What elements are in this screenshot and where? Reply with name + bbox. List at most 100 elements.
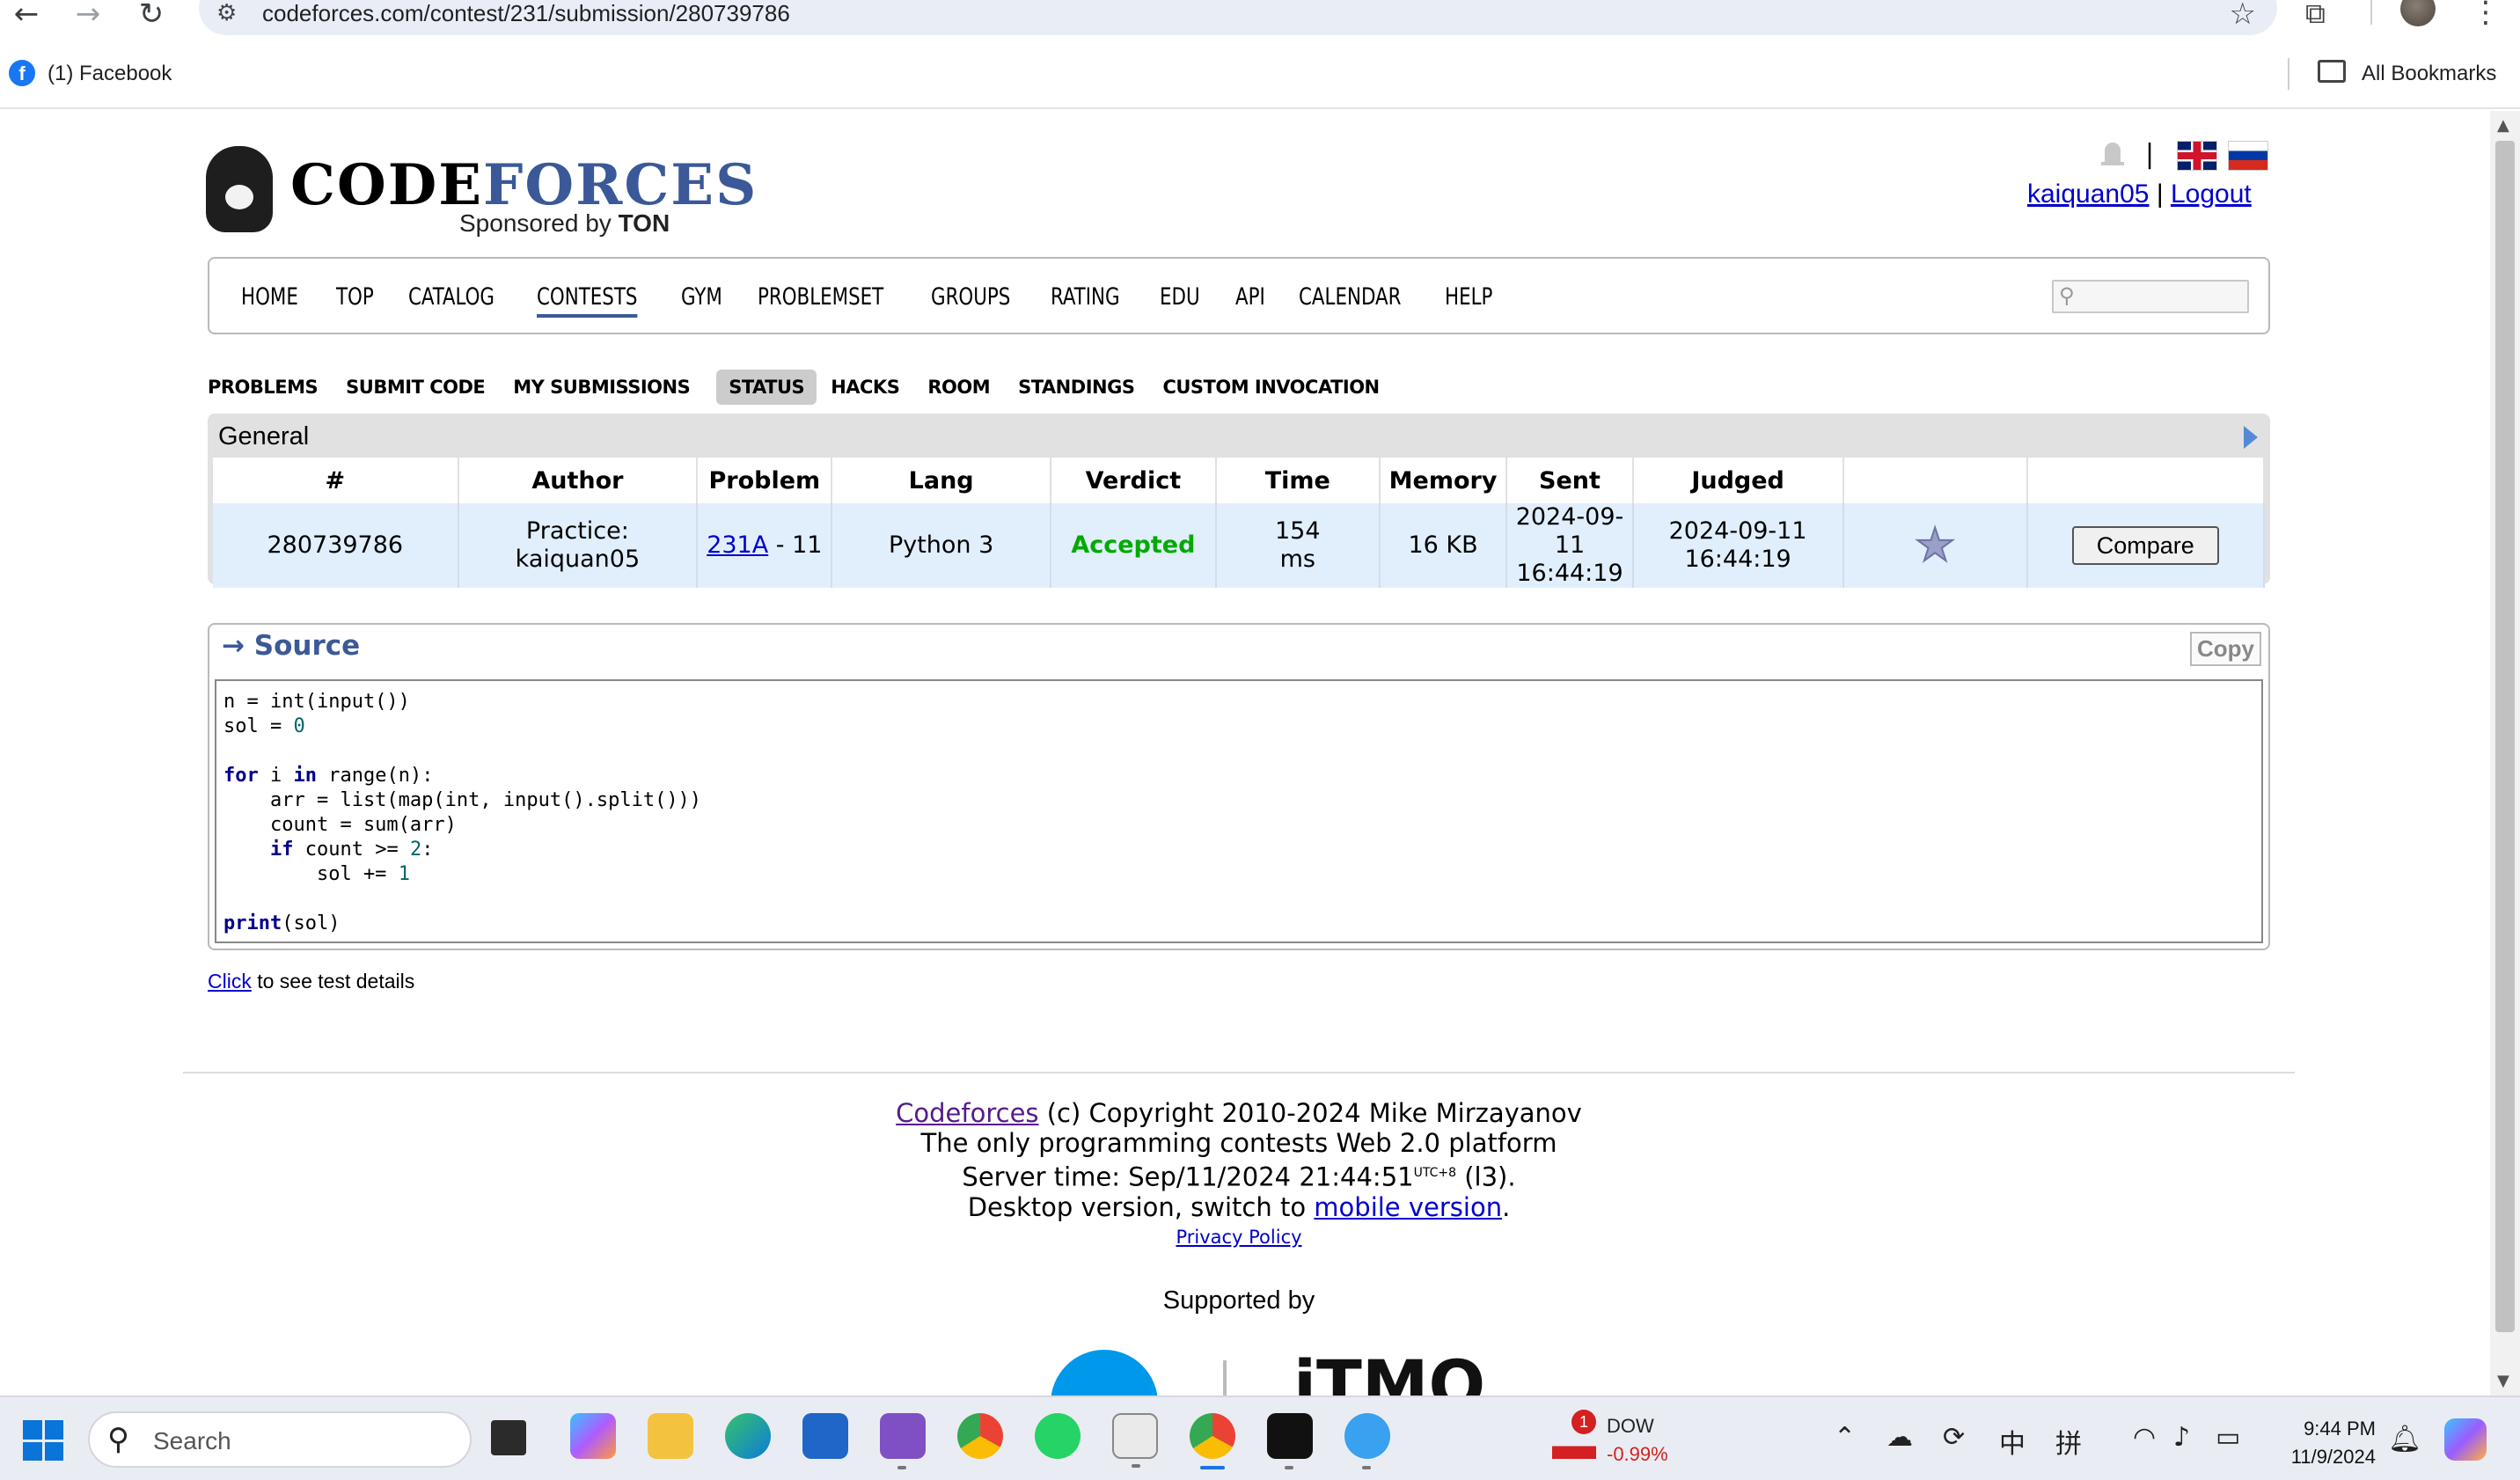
- notification-bell-icon[interactable]: 🔔︎: [2388, 1424, 2421, 1454]
- edge-icon[interactable]: [725, 1413, 771, 1459]
- logout-link[interactable]: Logout: [2171, 180, 2252, 209]
- main-menu-gym[interactable]: GYM: [681, 283, 722, 318]
- facebook-icon[interactable]: f: [9, 60, 35, 86]
- taskbar-search[interactable]: ⚲ Search: [88, 1411, 472, 1468]
- column-header: Memory: [1379, 458, 1508, 503]
- contest-menu-hacks[interactable]: HACKS: [831, 370, 913, 405]
- table-row: 280739786 Practice: kaiquan05 231A - 11 …: [213, 503, 2266, 588]
- main-menu-rating[interactable]: RATING: [1051, 283, 1120, 318]
- dow-value[interactable]: -0.99%: [1607, 1443, 1668, 1466]
- volume-icon[interactable]: ♪: [2173, 1422, 2190, 1453]
- main-menu-home[interactable]: HOME: [241, 283, 298, 318]
- codeforces-logo-icon[interactable]: [206, 146, 273, 232]
- whatsapp-icon[interactable]: [1035, 1413, 1081, 1459]
- codeforces-logo[interactable]: CODEFORCES: [290, 155, 758, 216]
- forward-icon[interactable]: →: [70, 0, 106, 32]
- url-text[interactable]: codeforces.com/contest/231/submission/28…: [262, 0, 790, 27]
- ime-chinese[interactable]: 中: [1999, 1422, 2026, 1461]
- code-line: n = int(input()): [223, 691, 410, 713]
- windows-start-icon[interactable]: [23, 1420, 63, 1461]
- column-header: Judged: [1632, 458, 1844, 503]
- address-bar[interactable]: ⚙ codeforces.com/contest/231/submission/…: [199, 0, 2277, 35]
- chrome-icon[interactable]: [957, 1413, 1003, 1459]
- main-menu-problemset[interactable]: PROBLEMSET: [758, 283, 883, 318]
- visual-studio-icon[interactable]: [880, 1413, 926, 1469]
- privacy-policy-link[interactable]: Privacy Policy: [1176, 1227, 1301, 1248]
- bookmark-star-icon[interactable]: ☆: [2230, 0, 2256, 32]
- copilot-icon[interactable]: [570, 1413, 616, 1459]
- source-code-block[interactable]: n = int(input()) sol = 0 for i in range(n…: [215, 679, 2263, 943]
- tray-overflow-icon[interactable]: ⌃: [1834, 1422, 1856, 1453]
- scrollbar-thumb[interactable]: [2495, 141, 2515, 1332]
- ime-pinyin[interactable]: 拼: [2055, 1422, 2082, 1461]
- submission-table: # Author Problem Lang Verdict Time Memory Sent J…: [213, 458, 2266, 588]
- sent-time: 16:44:19: [1516, 560, 1623, 587]
- all-bookmarks[interactable]: All Bookmarks: [2362, 62, 2496, 86]
- star-icon[interactable]: ★: [1914, 522, 1957, 569]
- problem-link[interactable]: 231A: [707, 531, 768, 559]
- main-menu-api[interactable]: API: [1235, 283, 1265, 318]
- file-explorer-icon[interactable]: [648, 1413, 693, 1459]
- judged-date: 2024-09-11: [1668, 517, 1807, 545]
- author-handle[interactable]: kaiquan05: [459, 546, 697, 574]
- russian-flag-icon[interactable]: [2228, 141, 2268, 171]
- test-details-link[interactable]: Click: [208, 970, 252, 993]
- bookmark-facebook[interactable]: (1) Facebook: [48, 62, 172, 86]
- column-header: Problem: [697, 458, 833, 503]
- chrome-active-icon[interactable]: [1190, 1413, 1235, 1469]
- english-flag-icon[interactable]: [2177, 141, 2217, 171]
- reload-icon[interactable]: ↻: [134, 0, 169, 32]
- main-menu-contests[interactable]: CONTESTS: [536, 283, 638, 318]
- task-view-icon[interactable]: [491, 1420, 526, 1455]
- site-info-icon[interactable]: ⚙: [216, 0, 237, 26]
- sync-icon[interactable]: ⟳: [1943, 1422, 1965, 1453]
- contest-menu-my-submissions[interactable]: MY SUBMISSIONS: [513, 370, 704, 405]
- dow-label[interactable]: DOW: [1607, 1415, 1654, 1438]
- copy-button[interactable]: Copy: [2190, 632, 2261, 666]
- scroll-up-icon[interactable]: ▲: [2497, 116, 2509, 135]
- author-cell: Practice: kaiquan05: [458, 503, 699, 588]
- test-details-line: Click to see test details: [208, 970, 414, 993]
- windows-taskbar: ⚲ Search 1 DOW -0.99% ⌃ ☁ ⟳ 中 拼 ◠ ♪ ▭ 9:…: [0, 1396, 2520, 1480]
- microsoft-store-icon[interactable]: [802, 1413, 848, 1459]
- page-scrollbar[interactable]: ▲ ▼: [2490, 111, 2520, 1396]
- contest-menu-submit-code[interactable]: SUBMIT CODE: [346, 370, 499, 405]
- folder-icon[interactable]: [2318, 60, 2346, 83]
- onedrive-icon[interactable]: ☁: [1886, 1422, 1913, 1453]
- contest-menu-status[interactable]: STATUS: [716, 370, 817, 405]
- compare-button[interactable]: Compare: [2071, 526, 2219, 565]
- sdk-manager-icon[interactable]: [1112, 1413, 1158, 1468]
- scroll-down-icon[interactable]: ▼: [2497, 1372, 2509, 1390]
- battery-icon[interactable]: ▭: [2216, 1422, 2240, 1453]
- main-menu-top[interactable]: TOP: [336, 283, 374, 318]
- contest-menu-standings[interactable]: STANDINGS: [1018, 370, 1148, 405]
- pycharm-icon[interactable]: [1267, 1413, 1313, 1469]
- feedback-hub-icon[interactable]: [1344, 1413, 1390, 1469]
- browser-menu-icon[interactable]: ⋮: [2471, 0, 2501, 30]
- main-menu-edu[interactable]: EDU: [1160, 283, 1200, 318]
- extensions-icon[interactable]: ⧉: [2305, 0, 2326, 31]
- submission-id[interactable]: 280739786: [213, 503, 459, 588]
- notification-bell-icon[interactable]: [2099, 141, 2126, 169]
- contest-menu-custom-invocation[interactable]: CUSTOM INVOCATION: [1162, 370, 1393, 405]
- username-link[interactable]: kaiquan05: [2027, 180, 2149, 209]
- site-search-input[interactable]: ⚲: [2052, 280, 2249, 313]
- system-clock[interactable]: 9:44 PM 11/9/2024: [2270, 1415, 2376, 1471]
- main-menu-calendar[interactable]: CALENDAR: [1299, 283, 1401, 318]
- bookmarks-divider: [2288, 58, 2289, 90]
- mobile-version-link[interactable]: mobile version: [1314, 1192, 1502, 1222]
- column-header: Time: [1215, 458, 1381, 503]
- contest-menu-room[interactable]: ROOM: [927, 370, 1004, 405]
- wifi-icon[interactable]: ◠: [2133, 1422, 2156, 1453]
- main-menu-groups[interactable]: GROUPS: [931, 283, 1010, 318]
- main-menu: HOME TOP CATALOG CONTESTS GYM PROBLEMSET GROUP…: [208, 257, 2270, 334]
- back-icon[interactable]: ←: [9, 0, 44, 32]
- main-menu-help[interactable]: HELP: [1445, 283, 1492, 318]
- itmo-logo[interactable]: iTMO: [1293, 1352, 1485, 1397]
- footer-codeforces-link[interactable]: Codeforces: [896, 1098, 1038, 1128]
- panel-arrow-icon[interactable]: [2244, 426, 2258, 449]
- main-menu-catalog[interactable]: CATALOG: [408, 283, 494, 318]
- contest-menu-problems[interactable]: PROBLEMS: [208, 370, 332, 405]
- profile-avatar[interactable]: [2400, 0, 2436, 26]
- copilot-preview-icon[interactable]: [2444, 1418, 2487, 1461]
